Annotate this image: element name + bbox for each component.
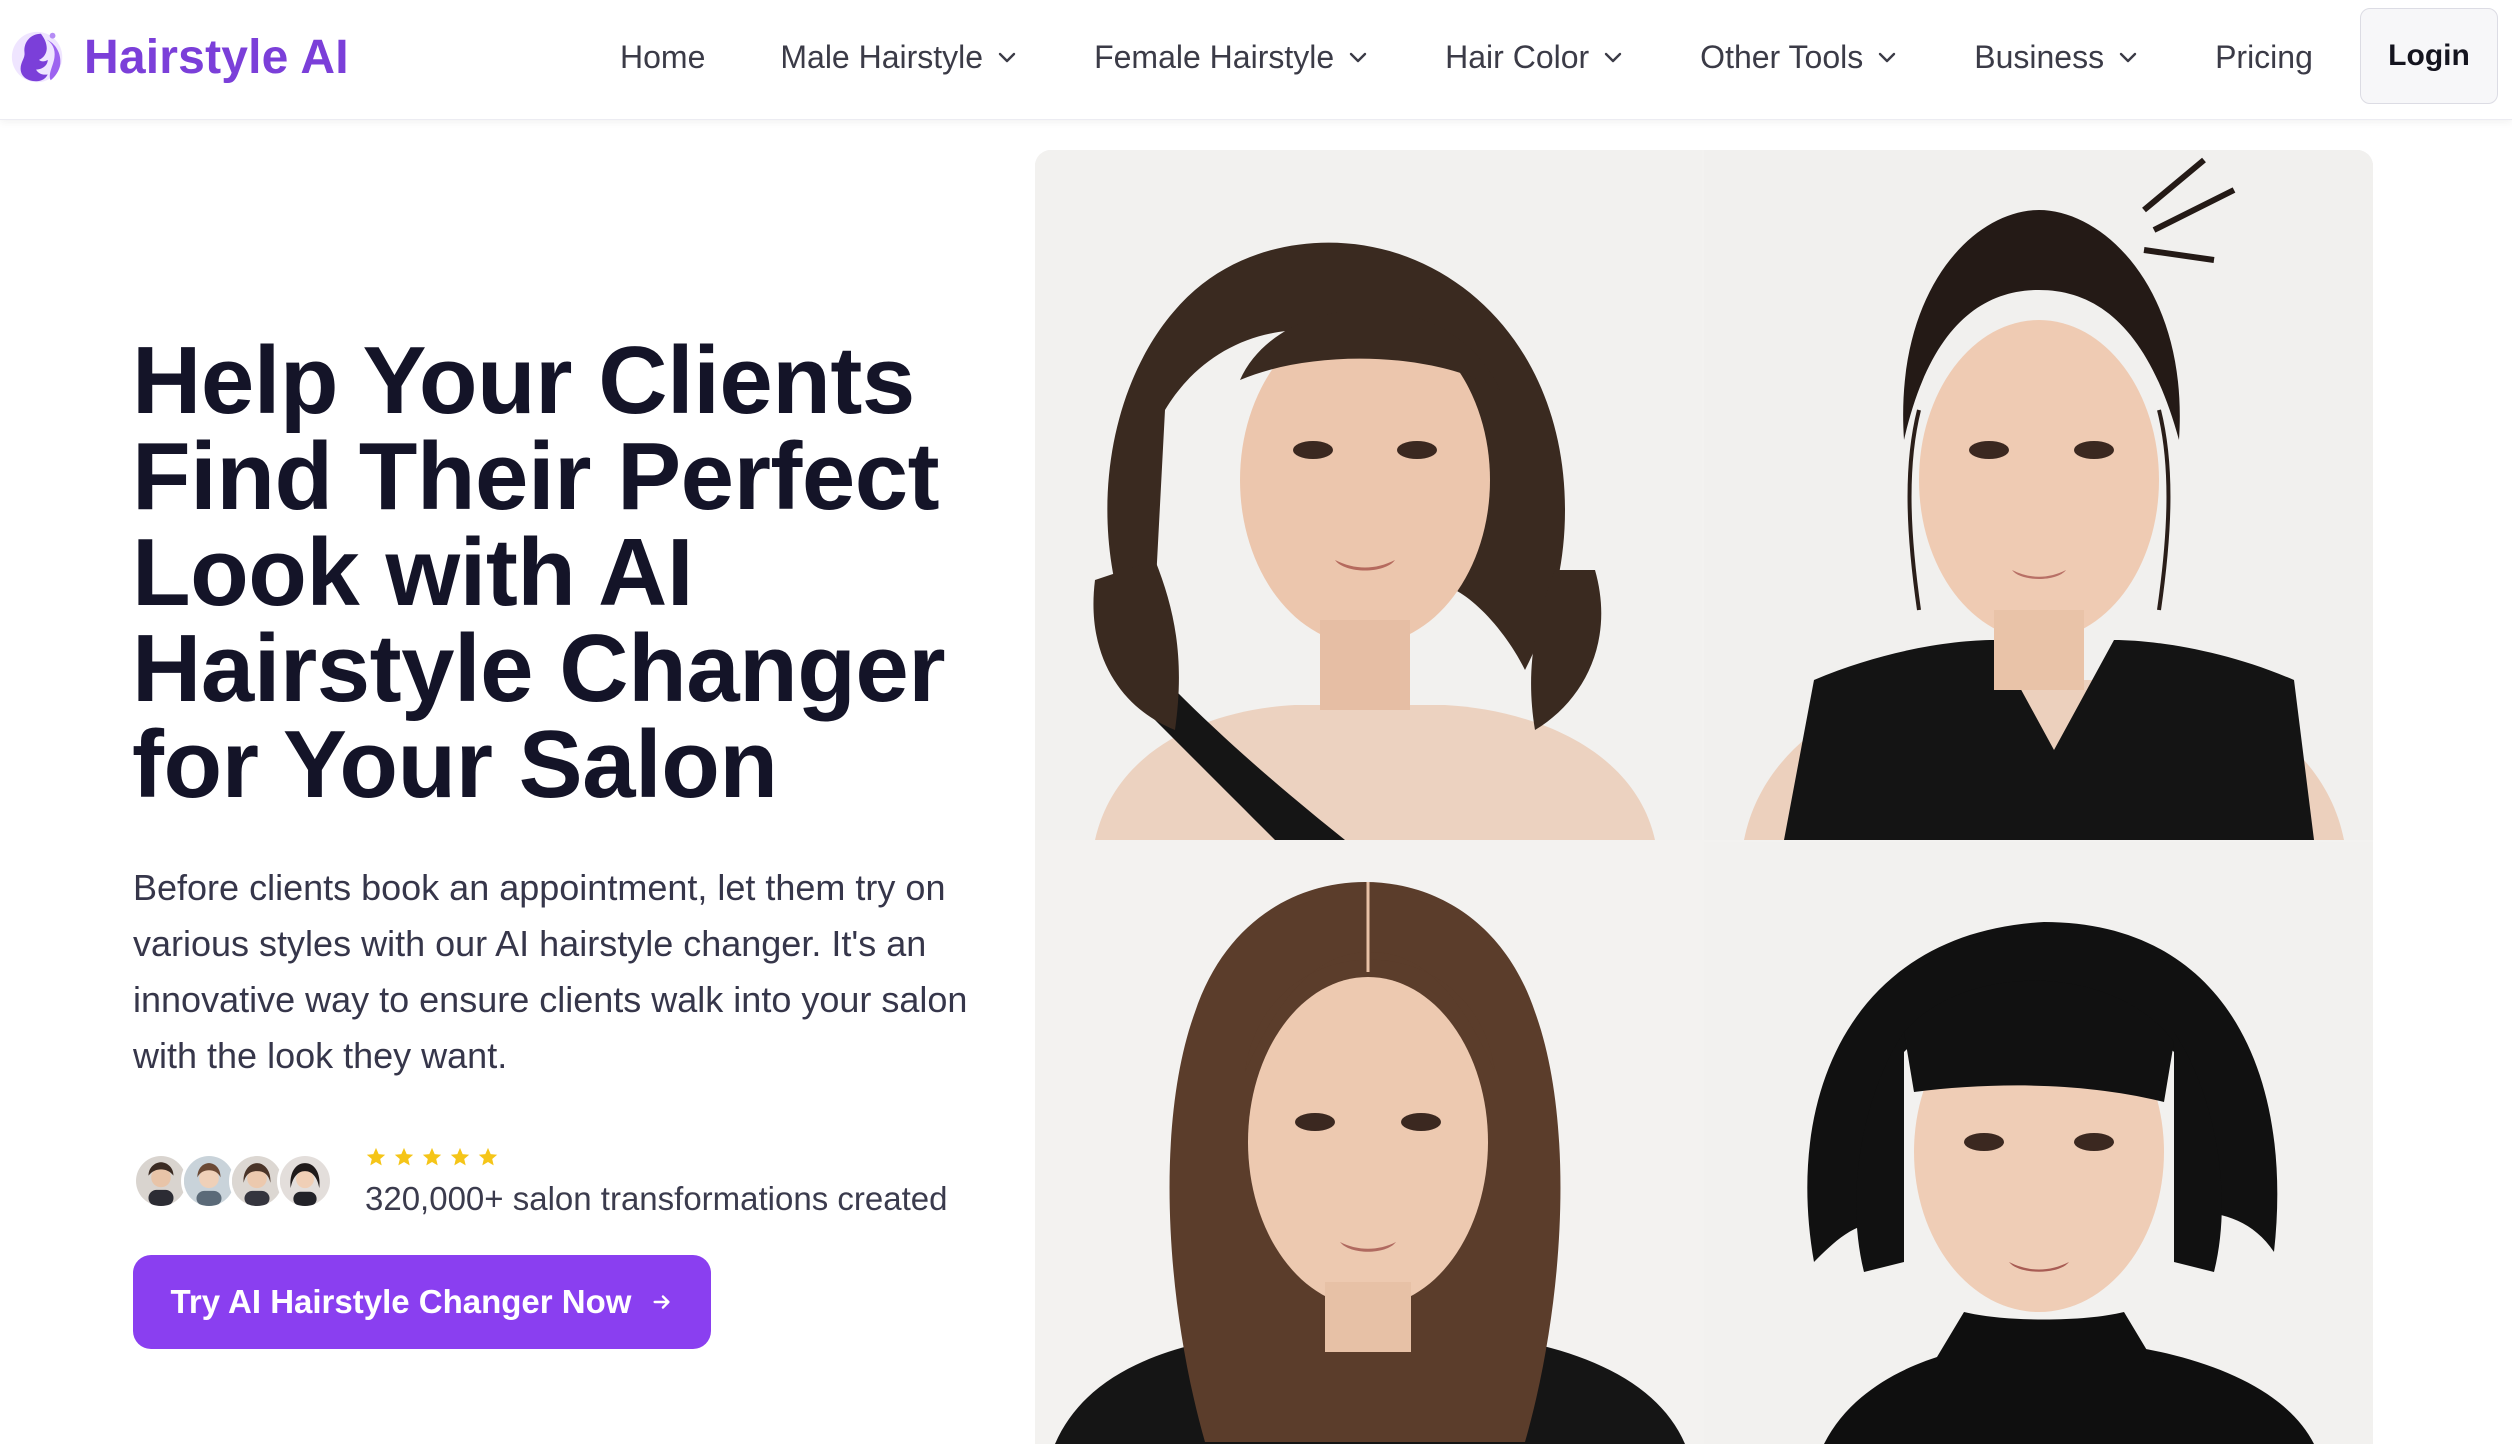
- nav-item-label: Male Hairstyle: [780, 38, 984, 75]
- try-hairstyle-changer-button[interactable]: Try AI Hairstyle Changer Now: [133, 1255, 711, 1349]
- nav-item-label: Business: [1974, 38, 2105, 75]
- avatar: [277, 1153, 333, 1209]
- avatar-stack: [133, 1151, 343, 1211]
- hairstyle-gallery: [1035, 150, 2373, 1444]
- dark-updo-with-face-framing-strands-hairstyle-image: [1704, 150, 2373, 840]
- woman-silhouette-logo-icon: [11, 31, 63, 83]
- nav-item-female-hairstyle[interactable]: Female Hairstyle: [1094, 39, 1370, 76]
- black-bob-with-bangs-hairstyle-image: [1704, 842, 2373, 1444]
- arrow-right-icon: [653, 1295, 671, 1309]
- transformations-count: 320,000+ salon transformations created: [365, 1180, 948, 1217]
- star-icon: [422, 1147, 442, 1166]
- nav-item-label: Hair Color: [1445, 38, 1590, 75]
- rating-stars: [365, 1146, 1065, 1168]
- nav-item-label: Other Tools: [1700, 38, 1864, 75]
- wavy-brown-shoulder-length-hairstyle-image: [1035, 150, 1702, 840]
- chevron-down-icon: [1879, 52, 1896, 63]
- star-icon: [394, 1147, 414, 1166]
- hero-title: Help Your Clients Find Their Perfect Loo…: [132, 327, 946, 818]
- nav-item-hair-color[interactable]: Hair Color: [1445, 39, 1625, 76]
- star-icon: [366, 1147, 386, 1166]
- cta-label: Try AI Hairstyle Changer Now: [170, 1283, 632, 1320]
- main-menu: Home Male Hairstyle Female Hairstyle Hai…: [620, 0, 2313, 114]
- login-button[interactable]: Login: [2360, 8, 2498, 104]
- chevron-down-icon: [998, 52, 1016, 63]
- chevron-down-icon: [1349, 52, 1367, 63]
- nav-item-label: Home: [620, 38, 706, 75]
- nav-item-label: Female Hairstyle: [1094, 38, 1335, 75]
- star-icon: [478, 1147, 498, 1166]
- top-navigation-bar: Hairstyle AI Home Male Hairstyle Female …: [0, 0, 2512, 120]
- nav-item-pricing[interactable]: Pricing: [2215, 39, 2313, 76]
- brand-name: Hairstyle AI: [84, 30, 349, 84]
- nav-item-home[interactable]: Home: [620, 39, 705, 76]
- social-proof: 320,000+ salon transformations created: [133, 1146, 947, 1217]
- social-proof-text: 320,000+ salon transformations created: [365, 1146, 1065, 1218]
- brand-logo-link[interactable]: Hairstyle AI: [8, 20, 349, 94]
- chevron-down-icon: [1604, 52, 1622, 63]
- star-icon: [450, 1147, 470, 1166]
- chevron-down-icon: [2119, 52, 2137, 63]
- nav-item-label: Pricing: [2215, 38, 2313, 75]
- sleek-straight-middle-part-hairstyle-image: [1035, 842, 1702, 1444]
- nav-item-male-hairstyle[interactable]: Male Hairstyle: [780, 39, 1019, 76]
- nav-item-business[interactable]: Business: [1974, 39, 2140, 76]
- nav-item-other-tools[interactable]: Other Tools: [1700, 39, 1899, 76]
- hero-description: Before clients book an appointment, let …: [133, 867, 968, 1076]
